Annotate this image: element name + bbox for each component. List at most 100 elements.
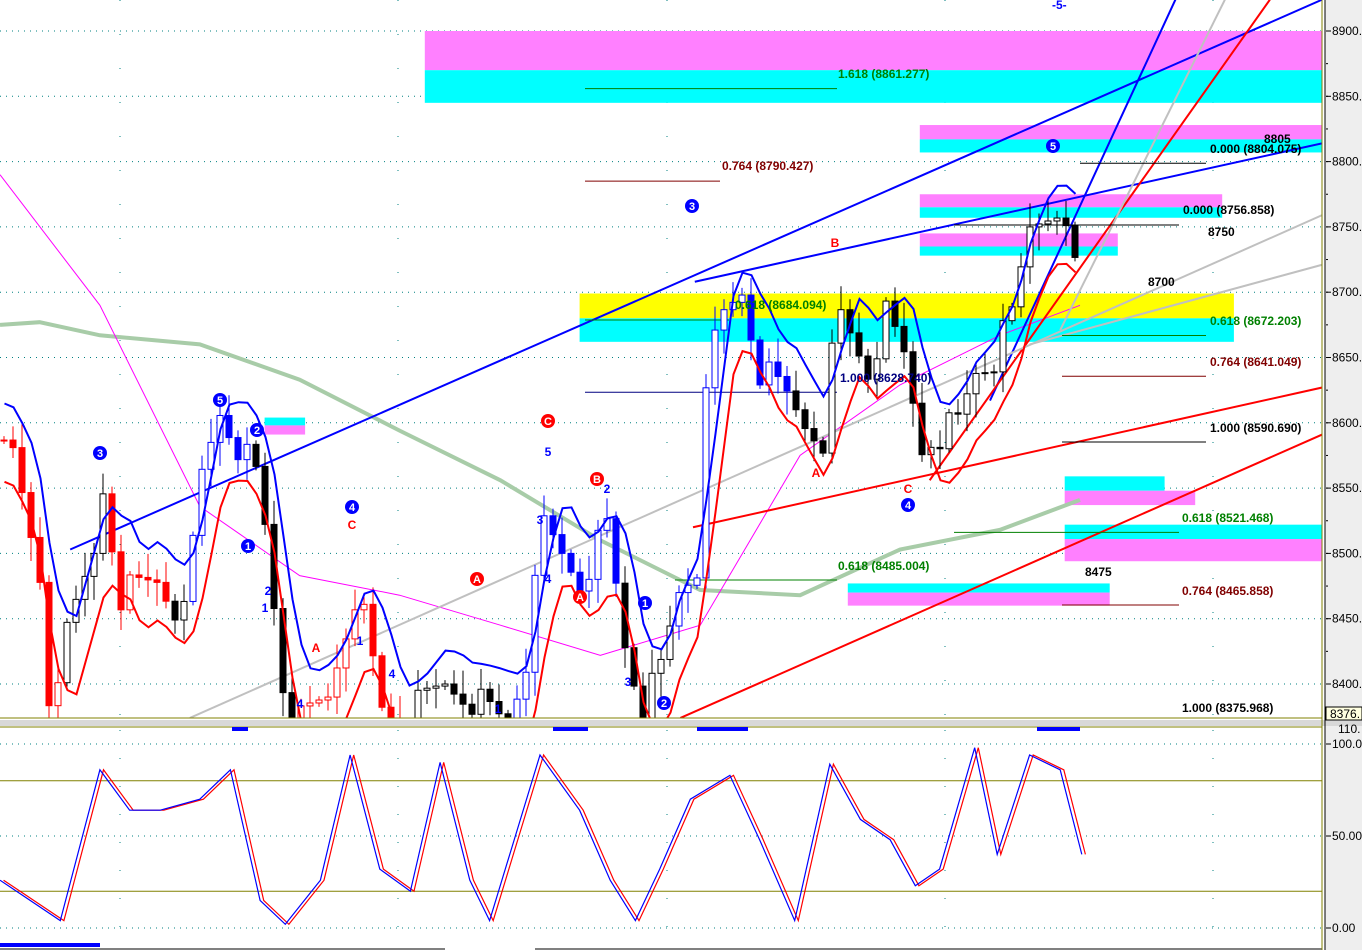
wave-label: C bbox=[348, 518, 357, 532]
price-target-label: 8805 bbox=[1264, 132, 1291, 146]
last-price-label: 8376. bbox=[1330, 707, 1360, 721]
candle-body bbox=[63, 621, 71, 684]
svg-text:2: 2 bbox=[661, 698, 667, 710]
candle-body bbox=[693, 577, 701, 586]
price-axis-background bbox=[1325, 0, 1362, 950]
wave-label: 5 bbox=[545, 445, 552, 459]
wave-label: C bbox=[904, 482, 913, 496]
price-tick-label: 8650. bbox=[1332, 351, 1362, 365]
panel-splitter[interactable] bbox=[0, 720, 1362, 726]
wave-label: 1 bbox=[262, 601, 269, 615]
candle-body bbox=[180, 600, 188, 621]
fib-label: 0.764 (8641.049) bbox=[1210, 355, 1301, 369]
zone-magenta bbox=[919, 194, 1223, 208]
wave-label-circled: 2 bbox=[250, 423, 264, 437]
top-wave-marker: -5- bbox=[1052, 0, 1067, 12]
candle-body bbox=[558, 534, 566, 554]
candle-body bbox=[810, 428, 818, 442]
candle-body bbox=[468, 703, 476, 715]
candle-body bbox=[981, 372, 989, 375]
fib-label: 0.764 (8465.858) bbox=[1182, 584, 1273, 598]
signal-marker bbox=[697, 727, 748, 731]
signal-marker bbox=[553, 727, 588, 731]
oscillator-tick-label: 50.00 bbox=[1332, 829, 1362, 843]
zone-magenta bbox=[1064, 490, 1196, 506]
price-tick-label: 8850. bbox=[1332, 89, 1362, 103]
wave-label-circled: 1 bbox=[241, 539, 255, 553]
candle-body bbox=[9, 439, 17, 449]
zone-magenta bbox=[919, 233, 1118, 247]
candle-body bbox=[945, 412, 953, 450]
fib-label: 1.000 (8375.968) bbox=[1182, 701, 1273, 715]
price-tick-label: 8700. bbox=[1332, 285, 1362, 299]
candle-body bbox=[756, 339, 764, 386]
svg-text:C: C bbox=[544, 416, 552, 428]
candle-body bbox=[594, 529, 602, 580]
candle-body bbox=[369, 603, 377, 657]
candle-body bbox=[288, 692, 296, 718]
candle-body bbox=[54, 682, 62, 707]
signal-marker bbox=[1037, 727, 1080, 731]
candle-body bbox=[936, 446, 944, 450]
candle-body bbox=[819, 440, 827, 454]
price-tick-label: 8450. bbox=[1332, 612, 1362, 626]
candle-body bbox=[954, 412, 962, 415]
candle-body bbox=[90, 552, 98, 577]
candle-body bbox=[315, 699, 323, 704]
price-tick-label: 8900. bbox=[1332, 24, 1362, 38]
candle-body bbox=[144, 576, 152, 581]
candle-body bbox=[450, 683, 458, 695]
wave-label: 3 bbox=[537, 513, 544, 527]
wave-label: 2 bbox=[604, 482, 611, 496]
candle-body bbox=[567, 552, 575, 573]
candle-body bbox=[252, 443, 260, 467]
candle-body bbox=[171, 600, 179, 621]
wave-label-circled-red: A bbox=[470, 572, 484, 586]
wave-label-circled: 4 bbox=[901, 498, 915, 512]
svg-text:B: B bbox=[593, 474, 601, 486]
wave-label-circled: 5 bbox=[1046, 139, 1060, 153]
wave-label-circled: 3 bbox=[93, 446, 107, 460]
candle-body bbox=[486, 688, 494, 703]
fib-label: 1.618 (8861.277) bbox=[838, 67, 929, 81]
fib-label: 1.000 (8590.690) bbox=[1210, 421, 1301, 435]
candle-body bbox=[243, 443, 251, 461]
fib-label: 0.618 (8684.094) bbox=[735, 298, 826, 312]
price-tick-label: 8550. bbox=[1332, 481, 1362, 495]
fib-label: 0.764 (8790.427) bbox=[722, 159, 813, 173]
candle-body bbox=[234, 437, 242, 461]
candle-body bbox=[459, 693, 467, 705]
candle-body bbox=[711, 329, 719, 389]
wave-label-circled: 2 bbox=[657, 696, 671, 710]
wave-label-circled: 3 bbox=[685, 199, 699, 213]
candle-body bbox=[423, 687, 431, 691]
horizontal-scrollbar-thumb[interactable] bbox=[0, 943, 100, 947]
fib-label: 0.000 (8756.858) bbox=[1183, 203, 1274, 217]
candle-body bbox=[522, 671, 530, 700]
candle-body bbox=[0, 439, 8, 442]
candle-body bbox=[792, 390, 800, 411]
zone-cyan bbox=[847, 583, 1110, 593]
zone-cyan bbox=[919, 207, 1223, 218]
candle-body bbox=[1071, 225, 1079, 258]
wave-label: 1 bbox=[357, 634, 364, 648]
candle-body bbox=[324, 696, 332, 701]
candle-body bbox=[837, 309, 845, 344]
candle-body bbox=[801, 409, 809, 430]
candle-body bbox=[333, 667, 341, 698]
wave-label: A bbox=[812, 466, 821, 480]
svg-text:A: A bbox=[473, 574, 481, 586]
svg-text:4: 4 bbox=[349, 502, 356, 514]
candle-body bbox=[990, 371, 998, 374]
zone-magenta bbox=[847, 592, 1110, 606]
oscillator-tick-label: 0.00 bbox=[1332, 921, 1356, 935]
candle-body bbox=[1044, 220, 1052, 225]
price-target-label: 8475 bbox=[1085, 565, 1112, 579]
wave-label: 4 bbox=[389, 667, 396, 681]
price-chart[interactable]: 1.618 (8861.277) 0.764 (8790.427) 0.000 … bbox=[0, 0, 1362, 950]
svg-text:3: 3 bbox=[97, 448, 103, 460]
candle-body bbox=[585, 578, 593, 592]
fib-label: 0.618 (8521.468) bbox=[1182, 511, 1273, 525]
candle-body bbox=[783, 375, 791, 392]
zone-magenta bbox=[424, 31, 1322, 71]
